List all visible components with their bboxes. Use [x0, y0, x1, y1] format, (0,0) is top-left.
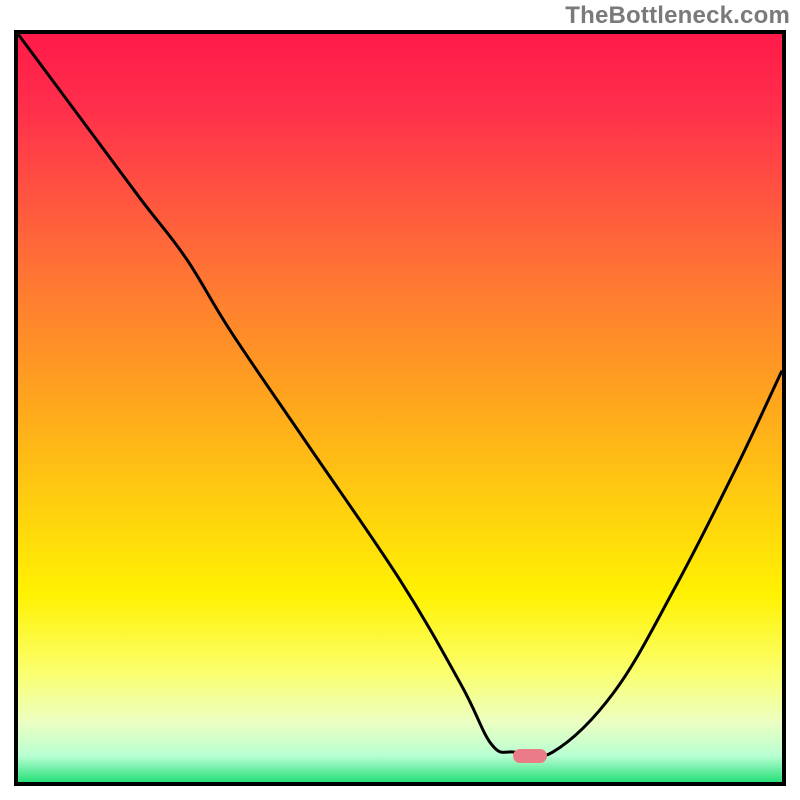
chart-frame: TheBottleneck.com	[0, 0, 800, 800]
watermark-text: TheBottleneck.com	[565, 2, 790, 30]
plot-border	[14, 30, 786, 786]
